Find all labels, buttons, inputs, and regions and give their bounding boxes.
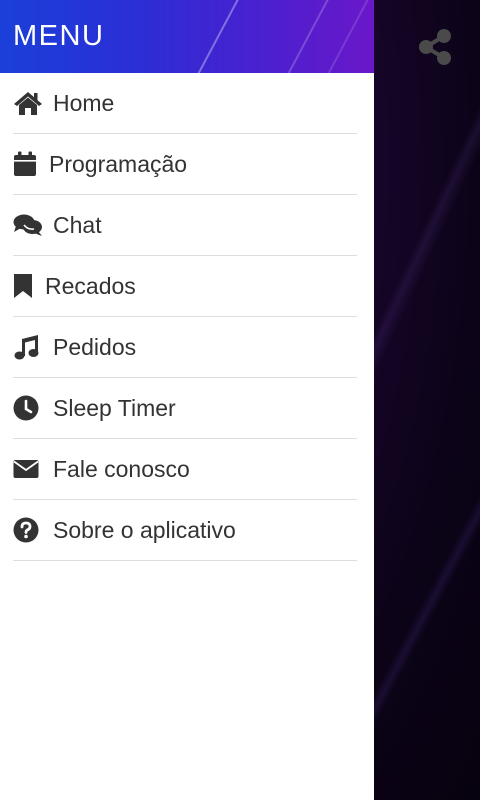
calendar-icon bbox=[13, 149, 43, 179]
menu-item-label: Fale conosco bbox=[53, 455, 190, 482]
envelope-icon bbox=[13, 454, 43, 484]
drawer-header: MENU bbox=[0, 0, 374, 73]
menu-item-label: Pedidos bbox=[53, 333, 137, 360]
menu-item-sobre[interactable]: Sobre o aplicativo bbox=[13, 500, 357, 561]
drawer-menu: Home Programação Chat Recados Pedidos Sl… bbox=[0, 73, 374, 561]
menu-item-sleep-timer[interactable]: Sleep Timer bbox=[13, 378, 357, 439]
header-decoration bbox=[177, 0, 245, 73]
question-circle-icon bbox=[13, 515, 43, 545]
music-icon bbox=[13, 332, 43, 362]
menu-item-home[interactable]: Home bbox=[13, 73, 357, 134]
navigation-drawer: MENU Home Programação Chat Recados Pedid… bbox=[0, 0, 374, 800]
menu-item-label: Sobre o aplicativo bbox=[53, 516, 236, 543]
header-decoration bbox=[267, 0, 335, 73]
drawer-title: MENU bbox=[13, 20, 105, 52]
menu-item-fale-conosco[interactable]: Fale conosco bbox=[13, 439, 357, 500]
menu-item-pedidos[interactable]: Pedidos bbox=[13, 317, 357, 378]
menu-item-recados[interactable]: Recados bbox=[13, 256, 357, 317]
menu-item-label: Programação bbox=[49, 150, 188, 177]
clock-icon bbox=[13, 393, 43, 423]
menu-item-label: Sleep Timer bbox=[53, 394, 176, 421]
comments-icon bbox=[13, 210, 43, 240]
share-icon bbox=[419, 29, 451, 65]
home-icon bbox=[13, 88, 43, 118]
share-button[interactable] bbox=[412, 24, 458, 70]
menu-item-chat[interactable]: Chat bbox=[13, 195, 357, 256]
menu-item-label: Recados bbox=[45, 272, 136, 299]
menu-item-label: Chat bbox=[53, 211, 102, 238]
menu-item-programacao[interactable]: Programação bbox=[13, 134, 357, 195]
header-decoration bbox=[307, 0, 374, 73]
bookmark-icon bbox=[13, 271, 43, 301]
menu-item-label: Home bbox=[53, 89, 115, 116]
